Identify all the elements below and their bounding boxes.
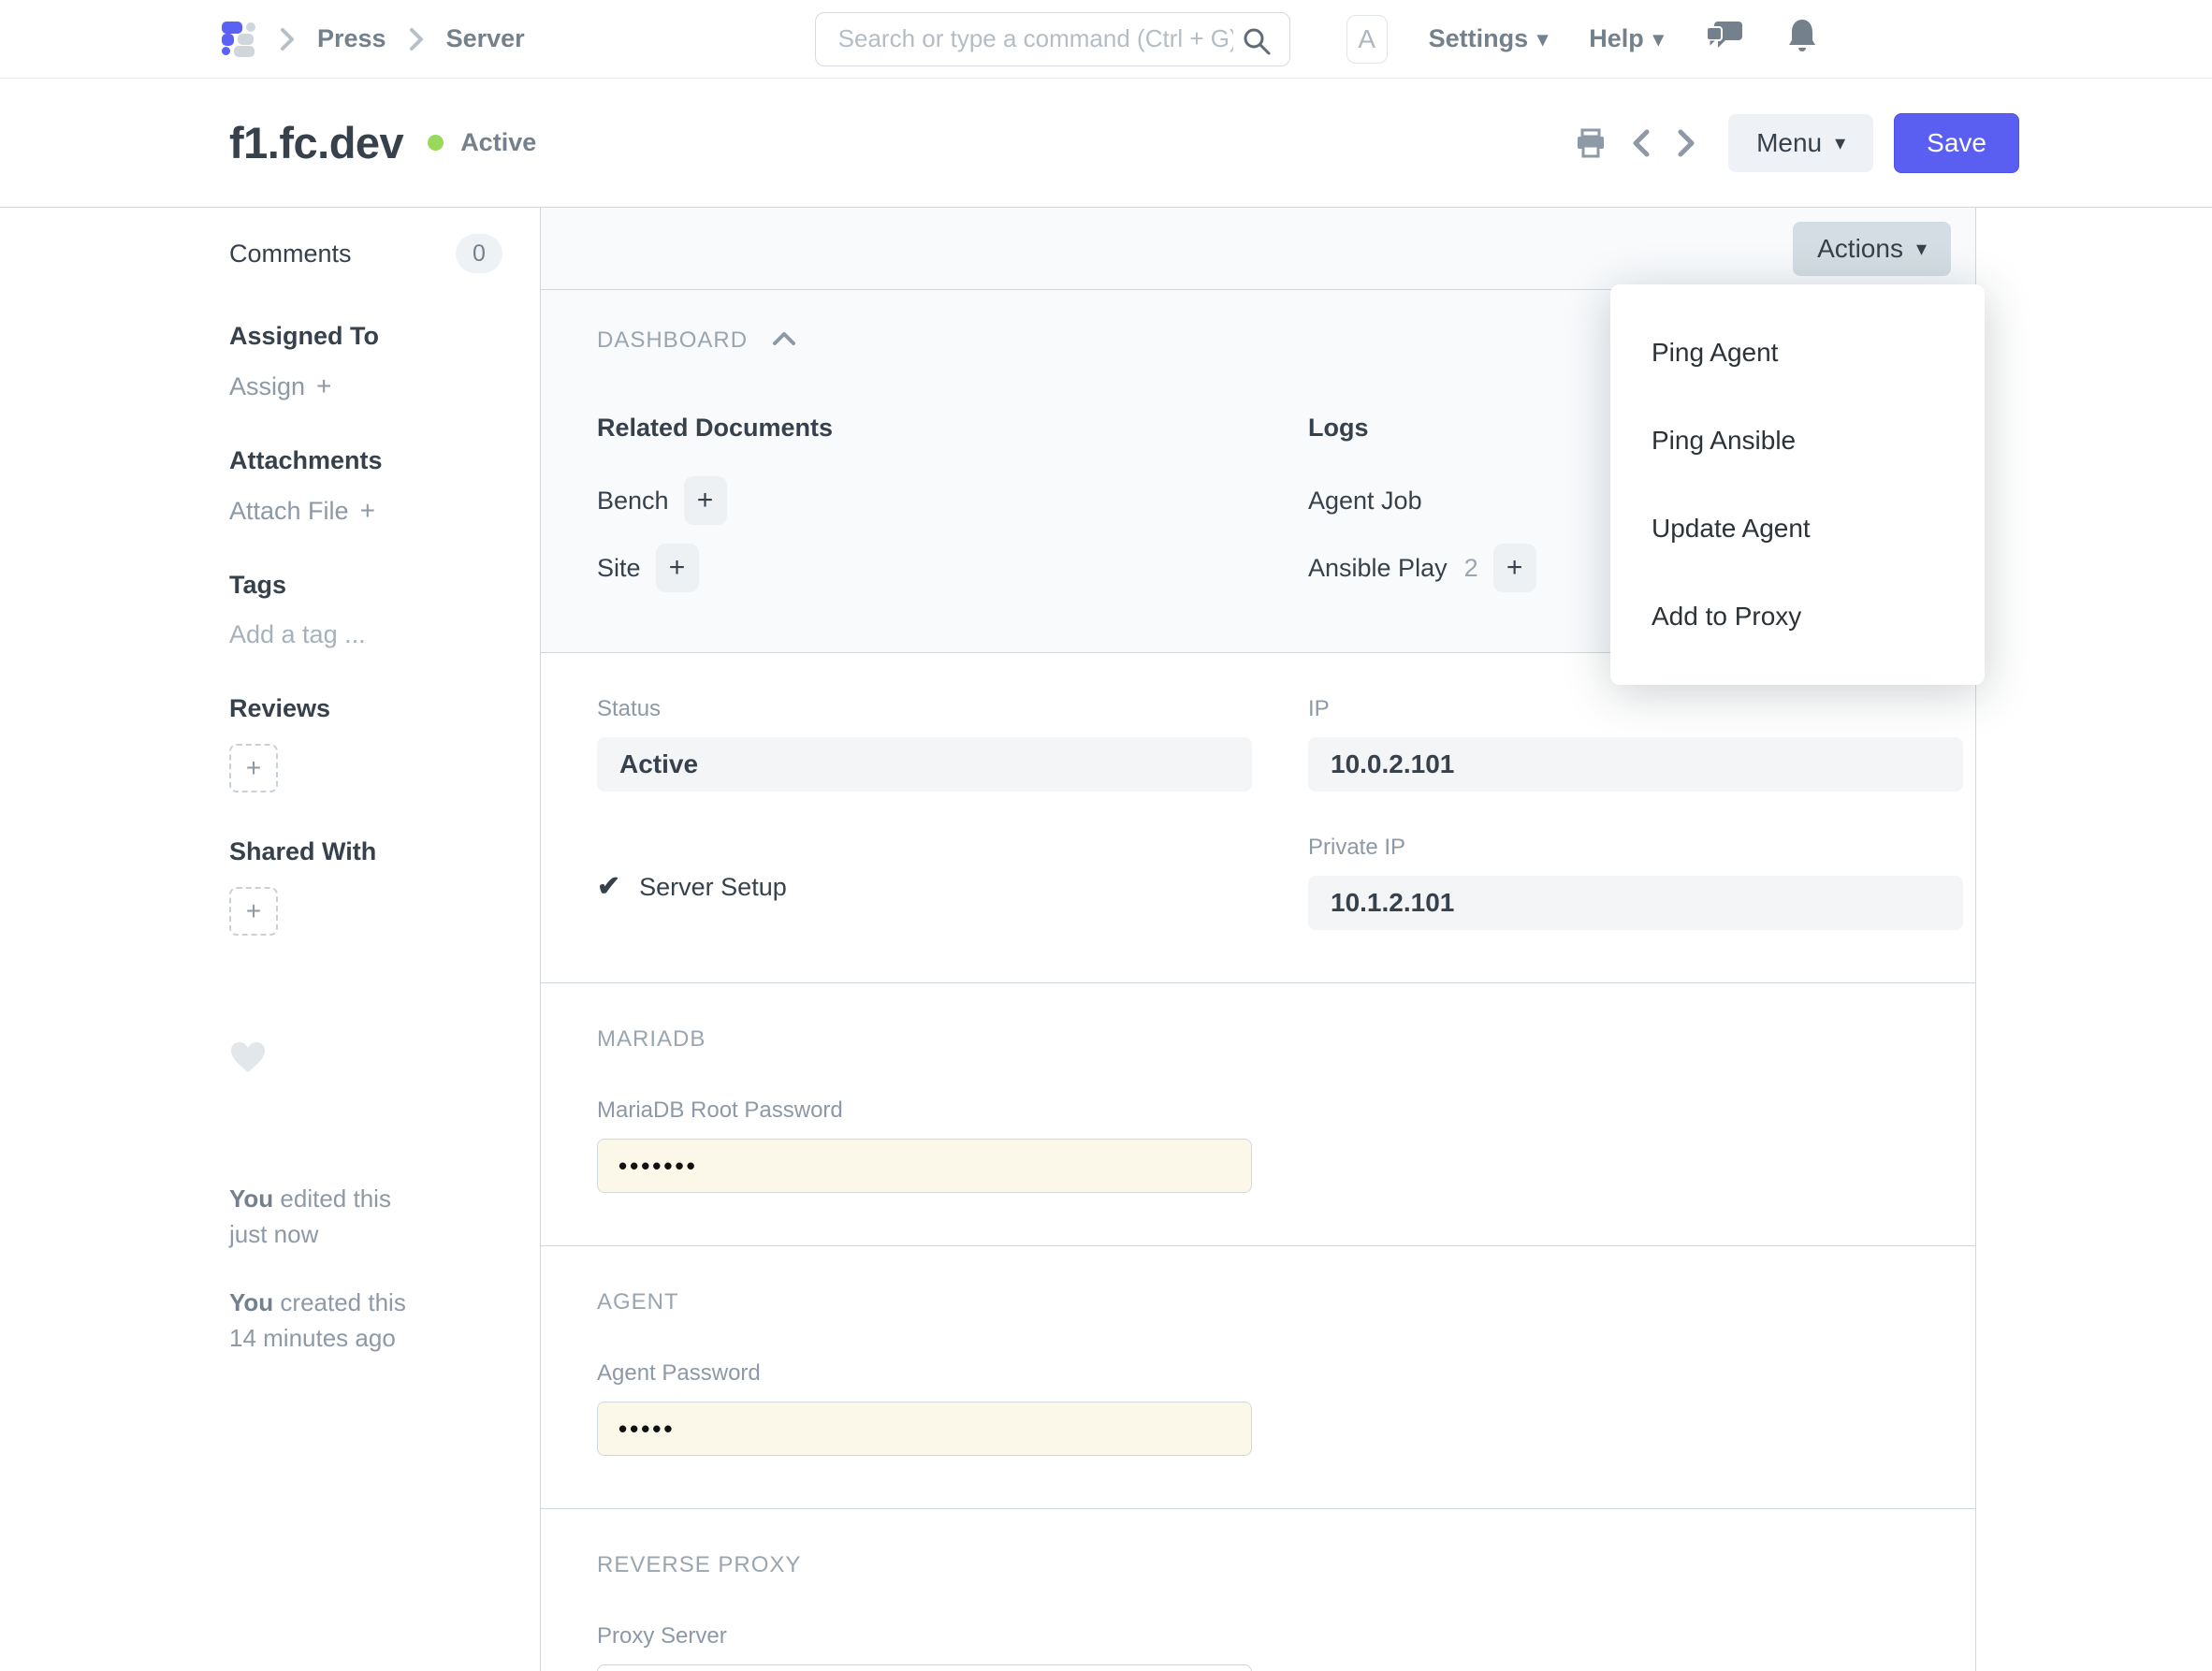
server-setup-checkbox[interactable]: ✔ Server Setup [597, 844, 1252, 930]
status-indicator-label: Active [460, 128, 536, 157]
search-placeholder: Search or type a command (Ctrl + G) [838, 24, 1233, 53]
chevron-right-icon [1676, 128, 1696, 158]
help-menu[interactable]: Help ▾ [1589, 24, 1664, 53]
plus-icon: + [246, 896, 261, 926]
related-doc-bench-link[interactable]: Bench [597, 487, 669, 516]
menu-item-ping-agent[interactable]: Ping Agent [1610, 309, 1985, 397]
prev-document-button[interactable] [1625, 123, 1657, 164]
private-ip-field: Private IP 10.1.2.101 [1308, 835, 1963, 930]
share-button[interactable]: + [229, 887, 278, 936]
assigned-to-heading: Assigned To [229, 322, 502, 351]
log-ansible-play-link[interactable]: Ansible Play [1308, 554, 1448, 583]
menu-item-ping-ansible[interactable]: Ping Ansible [1610, 397, 1985, 485]
status-section: Status Active IP 10.0.2.101 ✔ Server Set… [541, 653, 1975, 983]
chevron-up-icon [772, 330, 796, 352]
page-title: f1.fc.dev [229, 117, 403, 168]
mariadb-root-password-input[interactable] [597, 1139, 1252, 1193]
plus-icon: + [1506, 552, 1523, 584]
mariadb-heading: MARIADB [597, 1026, 1919, 1053]
add-tag-input[interactable]: Add a tag ... [229, 620, 366, 648]
chevron-down-icon: ▾ [1835, 131, 1845, 155]
navbar: Press Server Search or type a command (C… [0, 0, 2212, 79]
list-item: Bench + [597, 474, 1252, 527]
status-value: Active [597, 737, 1252, 792]
search-input[interactable]: Search or type a command (Ctrl + G) [815, 12, 1290, 66]
add-bench-button[interactable]: + [684, 476, 727, 525]
actions-dropdown-menu: Ping Agent Ping Ansible Update Agent Add… [1610, 284, 1985, 685]
created-by-text: You created this 14 minutes ago [229, 1286, 502, 1356]
settings-menu[interactable]: Settings ▾ [1429, 24, 1549, 53]
proxy-server-label: Proxy Server [597, 1623, 1252, 1649]
assign-button[interactable]: Assign + [229, 371, 331, 401]
status-indicator-dot [428, 135, 444, 151]
attach-file-button[interactable]: Attach File + [229, 496, 375, 526]
print-button[interactable] [1569, 123, 1612, 164]
chat-icon[interactable] [1705, 18, 1744, 60]
search-icon[interactable] [1241, 25, 1273, 62]
chevron-right-icon [407, 25, 426, 53]
ip-value: 10.0.2.101 [1308, 737, 1963, 792]
user-avatar[interactable]: A [1346, 15, 1388, 64]
check-icon: ✔ [597, 873, 620, 901]
comments-link[interactable]: Comments 0 [229, 234, 502, 273]
reverse-proxy-section: REVERSE PROXY Proxy Server Upstream Setu… [541, 1509, 1975, 1671]
actions-row: Actions ▾ Ping Agent Ping Ansible Update… [541, 208, 1975, 290]
chevron-left-icon [1631, 128, 1652, 158]
menu-item-update-agent[interactable]: Update Agent [1610, 485, 1985, 573]
agent-heading: AGENT [597, 1289, 1919, 1315]
agent-password-input[interactable] [597, 1402, 1252, 1456]
attachments-heading: Attachments [229, 446, 502, 475]
add-site-button[interactable]: + [656, 544, 699, 592]
comments-count-badge: 0 [456, 234, 502, 273]
actions-button[interactable]: Actions ▾ [1793, 222, 1951, 276]
plus-icon: + [316, 371, 331, 401]
log-agent-job-link[interactable]: Agent Job [1308, 487, 1422, 516]
chevron-down-icon: ▾ [1653, 27, 1664, 51]
like-heart-icon[interactable] [229, 1040, 502, 1079]
reviews-heading: Reviews [229, 694, 502, 723]
menu-item-add-to-proxy[interactable]: Add to Proxy [1610, 573, 1985, 661]
add-ansible-play-button[interactable]: + [1493, 544, 1536, 592]
form-sidebar: Comments 0 Assigned To Assign + Attachme… [0, 208, 540, 1671]
proxy-server-field: Proxy Server [597, 1623, 1252, 1671]
add-review-button[interactable]: + [229, 744, 278, 792]
next-document-button[interactable] [1670, 123, 1702, 164]
page-head: f1.fc.dev Active Menu ▾ Save [0, 79, 2212, 208]
save-button[interactable]: Save [1894, 113, 2019, 173]
chevron-right-icon [278, 25, 297, 53]
plus-icon: + [246, 753, 261, 783]
plus-icon: + [697, 485, 714, 516]
related-documents-column: Related Documents Bench + Site + [597, 414, 1252, 609]
plus-icon: + [360, 496, 375, 526]
printer-icon [1575, 128, 1607, 158]
related-documents-title: Related Documents [597, 414, 1252, 443]
ip-label: IP [1308, 696, 1963, 722]
mariadb-section: MARIADB MariaDB Root Password [541, 983, 1975, 1246]
plus-icon: + [669, 552, 686, 584]
private-ip-value: 10.1.2.101 [1308, 876, 1963, 930]
mariadb-root-password-label: MariaDB Root Password [597, 1097, 1919, 1124]
related-doc-site-link[interactable]: Site [597, 554, 641, 583]
menu-button[interactable]: Menu ▾ [1728, 114, 1873, 172]
agent-password-label: Agent Password [597, 1360, 1919, 1387]
status-label: Status [597, 696, 1252, 722]
chevron-down-icon: ▾ [1916, 237, 1927, 261]
notifications-bell-icon[interactable] [1785, 17, 1819, 61]
reverse-proxy-heading: REVERSE PROXY [597, 1552, 1919, 1578]
agent-section: AGENT Agent Password [541, 1246, 1975, 1509]
form-body: Actions ▾ Ping Agent Ping Ansible Update… [540, 208, 1976, 1671]
edited-by-text: You edited this just now [229, 1182, 502, 1252]
app-logo-icon[interactable] [222, 18, 257, 61]
private-ip-label: Private IP [1308, 835, 1963, 861]
ansible-play-count: 2 [1464, 554, 1478, 583]
list-item: Site + [597, 542, 1252, 594]
proxy-server-input[interactable] [597, 1664, 1252, 1671]
chevron-down-icon: ▾ [1537, 27, 1548, 51]
breadcrumb-doctype[interactable]: Server [446, 24, 525, 53]
status-field: Status Active [597, 696, 1252, 792]
breadcrumb-app[interactable]: Press [317, 24, 386, 53]
tags-heading: Tags [229, 571, 502, 600]
shared-with-heading: Shared With [229, 837, 502, 866]
ip-field: IP 10.0.2.101 [1308, 696, 1963, 792]
